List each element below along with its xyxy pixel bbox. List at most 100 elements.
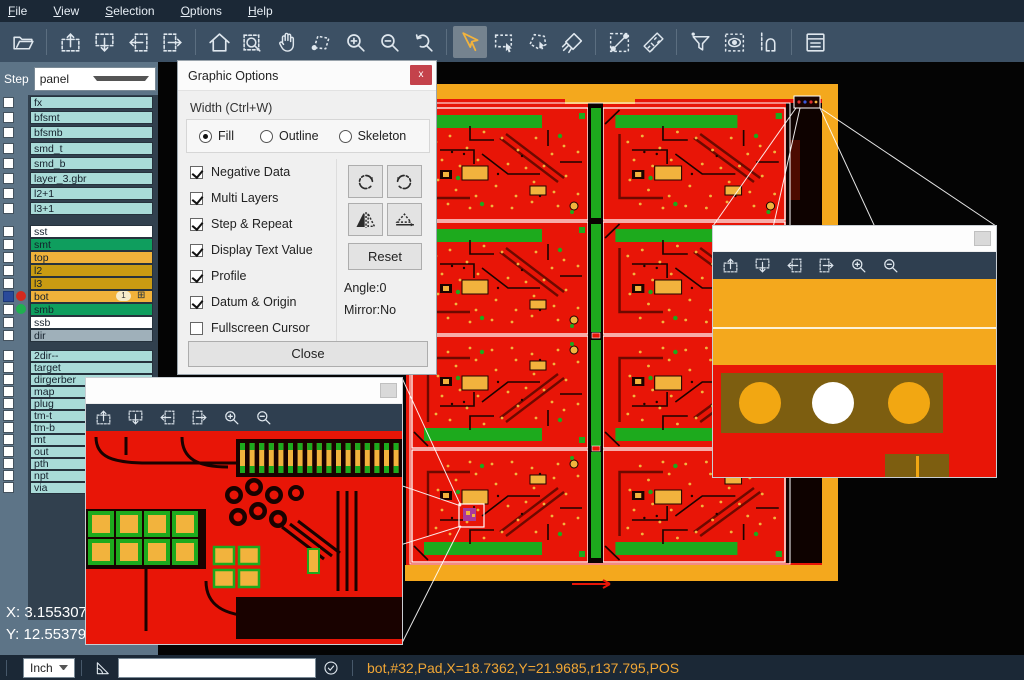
layer-checkbox[interactable] <box>3 330 14 341</box>
magnifier-window-detail[interactable] <box>85 377 403 645</box>
measure-ruler-icon[interactable] <box>636 26 670 58</box>
zoom-in-icon[interactable] <box>218 406 244 430</box>
layer-name[interactable]: smd_t <box>30 142 153 155</box>
layer-checkbox[interactable] <box>3 143 14 154</box>
layer-name[interactable]: ssb <box>30 316 153 329</box>
checkbox-fullscreen-cursor[interactable]: Fullscreen Cursor <box>190 315 313 341</box>
layer-checkbox[interactable] <box>3 252 14 263</box>
layer-name[interactable]: sst <box>30 225 153 238</box>
menu-options[interactable]: Options <box>181 4 222 18</box>
home-view-icon[interactable] <box>202 26 236 58</box>
rotate-cw-button[interactable] <box>348 165 383 198</box>
layer-name[interactable]: smt <box>30 238 153 251</box>
mirror-horizontal-button[interactable] <box>348 203 383 236</box>
dialog-titlebar[interactable]: Graphic Options x <box>178 61 436 91</box>
unit-select[interactable]: Inch <box>23 658 75 678</box>
radio-outline[interactable]: Outline <box>260 129 319 143</box>
magnifier-pcb-view[interactable] <box>713 279 996 477</box>
layer-name[interactable]: target <box>30 362 153 374</box>
layer-checkbox[interactable] <box>3 482 14 493</box>
layer-row-smt[interactable]: smt <box>0 238 158 251</box>
zoom-polygon-icon[interactable] <box>304 26 338 58</box>
layer-row-l2+1[interactable]: l2+1 <box>0 186 158 201</box>
radio-icon[interactable] <box>199 130 212 143</box>
pan-down-icon[interactable] <box>749 254 775 278</box>
layer-checkbox[interactable] <box>3 112 14 123</box>
magnifier-pcb-view[interactable] <box>86 431 402 644</box>
layer-name[interactable]: fx <box>30 96 153 109</box>
layer-checkbox[interactable] <box>3 127 14 138</box>
layer-checkbox[interactable] <box>3 458 14 469</box>
checkbox-display-text-value[interactable]: Display Text Value <box>190 237 313 263</box>
zoom-in-icon[interactable] <box>338 26 372 58</box>
step-select[interactable]: panel <box>34 67 156 91</box>
layer-checkbox[interactable] <box>3 374 14 385</box>
layer-name[interactable]: bot <box>30 290 153 303</box>
layer-row-sst[interactable]: sst <box>0 225 158 238</box>
layer-name[interactable]: l3 <box>30 277 153 290</box>
pan-down-icon[interactable] <box>122 406 148 430</box>
window-button-icon[interactable] <box>380 383 397 398</box>
filter-icon[interactable] <box>683 26 717 58</box>
pan-up-icon[interactable] <box>717 254 743 278</box>
magnifier-titlebar[interactable] <box>713 226 996 252</box>
pan-right-icon[interactable] <box>813 254 839 278</box>
close-icon[interactable]: x <box>410 65 432 85</box>
layer-name[interactable]: smd_b <box>30 157 153 170</box>
pan-left-icon[interactable] <box>121 26 155 58</box>
layer-name[interactable]: 2dir-- <box>30 350 153 362</box>
sync-check-icon[interactable] <box>322 659 340 677</box>
layer-name[interactable]: bfsmt <box>30 111 153 124</box>
checkbox-icon[interactable] <box>190 192 203 205</box>
menu-help[interactable]: Help <box>248 4 273 18</box>
select-rectangle-icon[interactable] <box>487 26 521 58</box>
checkbox-icon[interactable] <box>190 322 203 335</box>
checkbox-icon[interactable] <box>190 270 203 283</box>
menu-file[interactable]: File <box>8 4 27 18</box>
layer-row-bfsmb[interactable]: bfsmb <box>0 125 158 140</box>
radio-skeleton[interactable]: Skeleton <box>339 129 407 143</box>
open-file-icon[interactable] <box>6 26 40 58</box>
layer-checkbox[interactable] <box>3 188 14 199</box>
zoom-out-icon[interactable] <box>250 406 276 430</box>
layer-checkbox[interactable] <box>3 410 14 421</box>
reset-button[interactable]: Reset <box>348 243 422 270</box>
radio-fill[interactable]: Fill <box>199 129 234 143</box>
layer-checkbox[interactable] <box>3 278 14 289</box>
command-input[interactable] <box>118 658 316 678</box>
checkbox-datum-origin[interactable]: Datum & Origin <box>190 289 313 315</box>
layer-checkbox[interactable] <box>3 446 14 457</box>
pan-up-icon[interactable] <box>53 26 87 58</box>
checkbox-icon[interactable] <box>190 166 203 179</box>
layer-row-2dir--[interactable]: 2dir-- <box>0 350 158 362</box>
layer-name[interactable]: smb <box>30 303 153 316</box>
layer-checkbox[interactable] <box>3 158 14 169</box>
layer-row-dir[interactable]: dir <box>0 329 158 342</box>
zoom-out-icon[interactable] <box>372 26 406 58</box>
layer-row-ssb[interactable]: ssb <box>0 316 158 329</box>
layer-checkbox[interactable] <box>3 97 14 108</box>
checkbox-icon[interactable] <box>190 244 203 257</box>
select-cursor-icon[interactable] <box>453 26 487 58</box>
layer-row-top[interactable]: top <box>0 251 158 264</box>
layer-name[interactable]: l2 <box>30 264 153 277</box>
layer-row-smb[interactable]: smb <box>0 303 158 316</box>
layer-row-l2[interactable]: l2 <box>0 264 158 277</box>
layer-name[interactable]: bfsmb <box>30 126 153 139</box>
corner-angle-icon[interactable] <box>94 659 112 677</box>
layer-checkbox[interactable] <box>3 265 14 276</box>
select-polygon-icon[interactable] <box>521 26 555 58</box>
checkbox-profile[interactable]: Profile <box>190 263 313 289</box>
layer-row-l3[interactable]: l3 <box>0 277 158 290</box>
layer-checkbox[interactable] <box>3 239 14 250</box>
rotate-ccw-button[interactable] <box>387 165 422 198</box>
pan-right-icon[interactable] <box>155 26 189 58</box>
layer-name[interactable]: l2+1 <box>30 187 153 200</box>
measure-distance-icon[interactable] <box>602 26 636 58</box>
checkbox-step-repeat[interactable]: Step & Repeat <box>190 211 313 237</box>
layer-name[interactable]: l3+1 <box>30 202 153 215</box>
checkbox-icon[interactable] <box>190 218 203 231</box>
layer-checkbox[interactable] <box>3 350 14 361</box>
pan-hand-icon[interactable] <box>270 26 304 58</box>
window-button-icon[interactable] <box>974 231 991 246</box>
